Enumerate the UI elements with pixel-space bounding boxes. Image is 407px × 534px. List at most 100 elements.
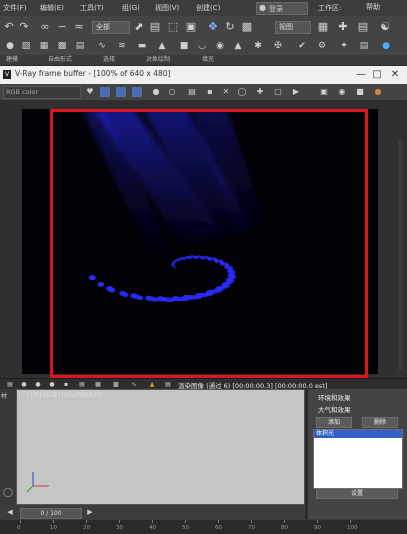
cone-icon[interactable]: ▲ xyxy=(232,40,244,52)
tab-modeling[interactable]: 建模 xyxy=(6,55,18,65)
heart-icon[interactable]: ♥ xyxy=(84,86,96,98)
render-area xyxy=(0,100,407,378)
helper-icon[interactable]: ✔ xyxy=(296,40,308,52)
teapot-render-icon[interactable]: ● xyxy=(372,86,384,98)
green-channel-icon[interactable] xyxy=(116,87,126,97)
clear-icon[interactable]: ✕ xyxy=(220,86,232,98)
frame-bar: ◀ 0 / 100 ▶ xyxy=(0,505,305,519)
ruler-tick-label: 30 xyxy=(116,525,123,531)
grid-icon[interactable]: ▦ xyxy=(38,40,50,52)
view-dropdown[interactable]: 视图 xyxy=(275,21,311,34)
ruler-tick-label: 10 xyxy=(50,525,57,531)
curve-icon[interactable]: ∿ xyxy=(96,40,108,52)
window-crossing-icon[interactable]: ▣ xyxy=(184,20,198,34)
teapot-icon[interactable]: ● xyxy=(380,40,392,52)
panel-heading-environment[interactable]: 环境和效果 xyxy=(318,392,351,402)
sphere-icon[interactable]: ● xyxy=(4,40,16,52)
menu-edit[interactable]: 编辑(E) xyxy=(40,2,64,14)
rect-select-icon[interactable]: ⬚ xyxy=(166,20,180,34)
maximize-icon[interactable]: □ xyxy=(370,68,384,81)
record-icon[interactable]: ◯ xyxy=(2,487,14,499)
list-item[interactable]: 体积光 xyxy=(314,430,402,438)
tab-freeform[interactable]: 自由形式 xyxy=(48,55,72,65)
next-frame-icon[interactable]: ▶ xyxy=(84,506,96,518)
add-button[interactable]: 添加 xyxy=(316,417,352,428)
tab-selection[interactable]: 选择 xyxy=(103,55,115,65)
search-input[interactable]: ● 登录 xyxy=(256,2,308,15)
menu-create[interactable]: 创建(C) xyxy=(196,2,220,14)
layer-icon[interactable]: ▤ xyxy=(74,40,86,52)
ruler-tick xyxy=(284,520,285,523)
pivot-icon[interactable]: ▦ xyxy=(316,20,330,34)
help-link[interactable]: 帮助 xyxy=(366,2,380,12)
array-icon[interactable]: ▩ xyxy=(56,40,68,52)
tab-object-paint[interactable]: 对象绘制 xyxy=(146,55,170,65)
history-icon[interactable]: ◯ xyxy=(236,86,248,98)
channel-select[interactable]: RGB color xyxy=(3,86,81,99)
select-icon[interactable]: ⬈ xyxy=(132,20,146,34)
red-channel-icon[interactable] xyxy=(100,87,110,97)
render-last-icon[interactable]: ▶ xyxy=(290,86,302,98)
box-icon[interactable]: ▨ xyxy=(20,40,32,52)
select-by-name-icon[interactable]: ▤ xyxy=(148,20,162,34)
view-dropdown-label: 视图 xyxy=(279,23,293,31)
ruler-tick xyxy=(251,520,252,523)
alpha-channel-icon[interactable]: ● xyxy=(150,86,162,98)
mono-icon[interactable]: ○ xyxy=(166,86,178,98)
color-correction-icon[interactable]: ◉ xyxy=(336,86,348,98)
region-icon[interactable]: □ xyxy=(272,86,284,98)
wave-icon[interactable]: ≋ xyxy=(116,40,128,52)
delete-button[interactable]: 删除 xyxy=(362,417,398,428)
light-icon[interactable]: ✱ xyxy=(252,40,264,52)
lens-effects-icon[interactable]: ▣ xyxy=(318,86,330,98)
mirror-icon[interactable]: ▲ xyxy=(156,40,168,52)
snap-icon[interactable]: ✚ xyxy=(336,20,350,34)
selection-filter-dropdown[interactable]: 全部 xyxy=(92,21,130,34)
undo-icon[interactable]: ↶ xyxy=(2,20,16,34)
rotate-icon[interactable]: ↻ xyxy=(223,20,237,34)
folder-icon[interactable]: ▪ xyxy=(204,86,216,98)
effects-list[interactable]: 体积光 xyxy=(313,429,403,489)
stop-icon[interactable]: ■ xyxy=(354,86,366,98)
align-icon[interactable]: ▬ xyxy=(136,40,148,52)
minimize-icon[interactable]: — xyxy=(354,68,368,81)
menu-tools[interactable]: 工具(T) xyxy=(80,2,104,14)
render-setup-icon[interactable]: ▤ xyxy=(356,20,370,34)
track-mouse-icon[interactable]: ✚ xyxy=(254,86,266,98)
tab-populate[interactable]: 填充 xyxy=(202,55,214,65)
time-slider[interactable]: 0 / 100 xyxy=(20,508,82,519)
bind-space-warp-icon[interactable]: ≈ xyxy=(72,20,86,34)
scale-icon[interactable]: ▩ xyxy=(240,20,254,34)
camera-icon[interactable]: ✠ xyxy=(272,40,284,52)
front-viewport[interactable] xyxy=(16,389,305,505)
viewport-label[interactable]: [+] [前] [标准] [默认明暗处理] xyxy=(19,390,102,399)
blue-channel-icon[interactable] xyxy=(132,87,142,97)
panel-heading-atmosphere[interactable]: 大气和效果 xyxy=(318,404,351,414)
link-icon[interactable]: ∞ xyxy=(38,20,52,34)
render-frame-icon[interactable]: ☯ xyxy=(378,20,392,34)
workspace-label[interactable]: 工作区: xyxy=(318,2,341,14)
save-icon[interactable]: ▤ xyxy=(186,86,198,98)
ruler-tick xyxy=(20,520,21,523)
render-icon[interactable]: ▤ xyxy=(358,40,370,52)
vfb-scrollbar[interactable] xyxy=(398,140,403,370)
box-icon-2[interactable]: ■ xyxy=(178,40,190,52)
close-icon[interactable]: ✕ xyxy=(388,68,402,81)
space-warp-icon[interactable]: ⚙ xyxy=(316,40,328,52)
hemisphere-icon[interactable]: ◡ xyxy=(196,40,208,52)
move-icon[interactable]: ✥ xyxy=(206,20,220,34)
cylinder-icon[interactable]: ◉ xyxy=(214,40,226,52)
timeline-ruler[interactable]: 0 10 20 30 40 50 60 70 80 90 100 xyxy=(0,519,407,534)
unlink-icon[interactable]: ∽ xyxy=(55,20,69,34)
vfb-title-bar: V V-Ray frame buffer - [100% of 640 x 48… xyxy=(0,66,407,84)
ruler-tick xyxy=(86,520,87,523)
prev-frame-icon[interactable]: ◀ xyxy=(4,506,16,518)
systems-icon[interactable]: ✦ xyxy=(338,40,350,52)
setup-button[interactable]: 设置 xyxy=(316,488,398,499)
highlight-box xyxy=(50,109,368,378)
menu-group[interactable]: 组(G) xyxy=(122,2,140,14)
menu-view[interactable]: 视图(V) xyxy=(155,2,179,14)
ruler-tick-label: 60 xyxy=(215,525,222,531)
menu-file[interactable]: 文件(F) xyxy=(3,2,27,14)
redo-icon[interactable]: ↷ xyxy=(17,20,31,34)
